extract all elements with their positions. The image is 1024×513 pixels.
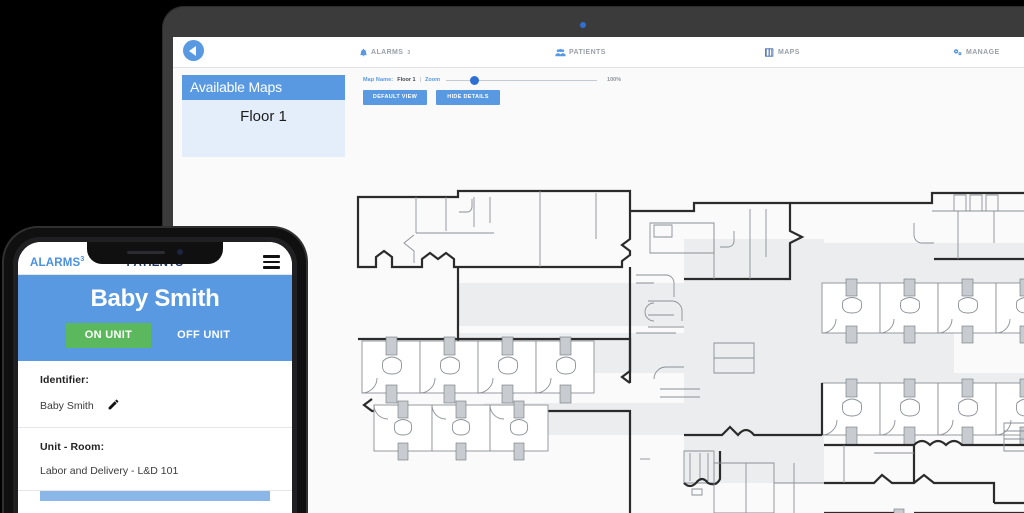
map-meta-separator: | xyxy=(419,77,422,83)
patient-header: Baby Smith ON UNIT OFF UNIT xyxy=(18,275,292,361)
default-view-button[interactable]: DEFAULT VIEW xyxy=(363,90,427,105)
identifier-value-row: Baby Smith xyxy=(40,398,270,414)
bell-icon xyxy=(359,48,368,57)
phone-device: ALARMS3 PATIENTS Baby Smith ON UNIT OFF … xyxy=(4,228,306,513)
phone-tab-alarms-badge: 3 xyxy=(80,256,85,264)
unit-room-value: Labor and Delivery - L&D 101 xyxy=(40,465,179,477)
identifier-field: Identifier: Baby Smith xyxy=(18,361,292,428)
map-name-value: Floor 1 xyxy=(397,77,416,83)
tab-manage-label: MANAGE xyxy=(966,49,1000,56)
map-name-label: Map Name: xyxy=(363,77,394,83)
tab-manage[interactable]: MANAGE xyxy=(953,37,1000,68)
map-action-buttons: DEFAULT VIEW HIDE DETAILS xyxy=(363,90,1024,105)
back-arrow-icon[interactable] xyxy=(183,40,204,61)
next-section-bar[interactable] xyxy=(40,491,270,501)
map-viewer-panel: Map Name: Floor 1 | Zoom 100% DEFAULT VI… xyxy=(354,68,1024,513)
identifier-value: Baby Smith xyxy=(40,400,94,412)
tab-patients-label: PATIENTS xyxy=(569,49,606,56)
phone-tab-alarms-label: ALARMS xyxy=(30,257,81,269)
zoom-slider-handle[interactable] xyxy=(470,75,480,85)
patients-group-icon xyxy=(555,48,566,57)
zoom-slider[interactable] xyxy=(446,75,598,85)
zoom-slider-track xyxy=(446,79,598,81)
unit-room-field: Unit - Room: Labor and Delivery - L&D 10… xyxy=(18,428,292,491)
unit-status-toggle: ON UNIT OFF UNIT xyxy=(18,323,292,348)
screenshot-stage: ALARMS 3 PATIENTS MAPS MANAGE Available … xyxy=(0,0,1024,513)
available-maps-list: Floor 1 xyxy=(182,100,345,157)
patient-name: Baby Smith xyxy=(90,285,220,312)
available-maps-list-filler xyxy=(182,135,345,157)
tab-patients[interactable]: PATIENTS xyxy=(555,37,606,68)
zoom-percent-value: 100% xyxy=(607,77,622,83)
zoom-label: Zoom xyxy=(425,77,441,83)
pencil-edit-icon[interactable] xyxy=(107,398,120,414)
tab-alarms-label: ALARMS xyxy=(371,49,404,56)
phone-tab-alarms[interactable]: ALARMS3 xyxy=(30,256,84,269)
floorplan-canvas[interactable]: .w { fill:none; stroke:#2b2b2b; stroke-w… xyxy=(354,183,1024,513)
floorplan-drawing: .w { fill:none; stroke:#2b2b2b; stroke-w… xyxy=(356,189,1024,513)
tab-maps-label: MAPS xyxy=(778,49,800,56)
map-meta-row: Map Name: Floor 1 | Zoom 100% xyxy=(363,75,1024,85)
phone-screen: ALARMS3 PATIENTS Baby Smith ON UNIT OFF … xyxy=(18,242,292,513)
map-book-icon xyxy=(765,48,775,57)
map-list-item-floor-1[interactable]: Floor 1 xyxy=(182,100,345,135)
phone-inner-frame: ALARMS3 PATIENTS Baby Smith ON UNIT OFF … xyxy=(13,237,297,513)
tablet-camera-icon xyxy=(580,22,586,28)
available-maps-header: Available Maps xyxy=(182,75,345,100)
front-camera-icon xyxy=(177,249,183,255)
tab-alarms[interactable]: ALARMS 3 xyxy=(359,37,411,68)
hamburger-menu-icon[interactable] xyxy=(263,255,280,269)
identifier-label: Identifier: xyxy=(40,374,89,386)
speaker-grille-icon xyxy=(127,250,165,254)
tab-maps[interactable]: MAPS xyxy=(765,37,800,68)
tab-alarms-badge: 3 xyxy=(407,49,411,56)
tablet-top-navigation: ALARMS 3 PATIENTS MAPS MANAGE xyxy=(173,37,1024,68)
unit-room-label: Unit - Room: xyxy=(40,441,105,453)
on-unit-button[interactable]: ON UNIT xyxy=(65,323,152,348)
hide-details-button[interactable]: HIDE DETAILS xyxy=(436,90,500,105)
unit-room-value-row: Labor and Delivery - L&D 101 xyxy=(40,465,270,477)
gear-icon xyxy=(953,48,963,57)
off-unit-button[interactable]: OFF UNIT xyxy=(163,323,244,348)
phone-notch xyxy=(87,242,223,264)
